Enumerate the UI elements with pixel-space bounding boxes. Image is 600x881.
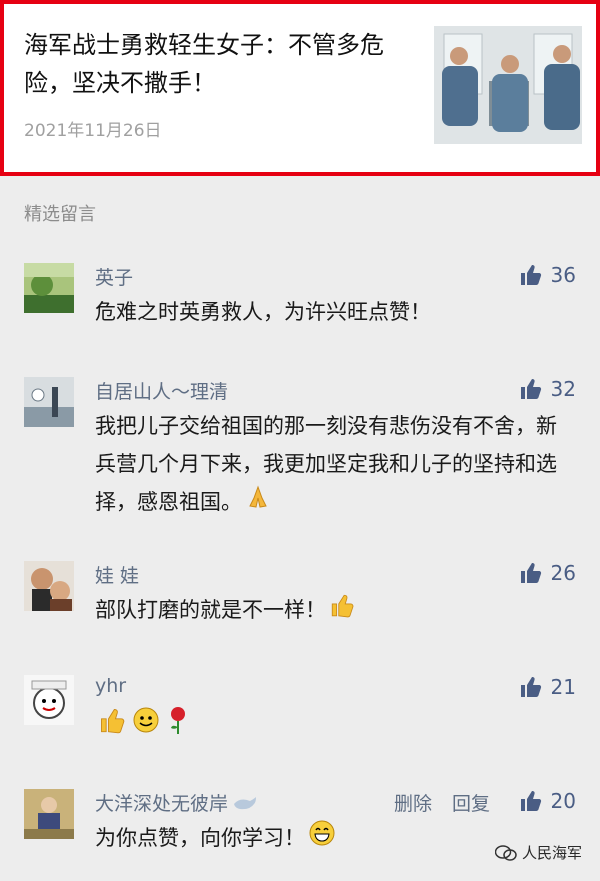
thumbs-up-icon [520, 563, 541, 583]
comment-nickname[interactable]: yhr [95, 675, 126, 697]
like-button[interactable]: 32 [519, 377, 576, 401]
landscape-avatar-icon[interactable] [24, 263, 74, 313]
comment-text: 危难之时英勇救人，为许兴旺点赞！ [95, 300, 431, 324]
comment-text: 我把儿子交给祖国的那一刻没有悲伤没有不舍，新兵营几个月下来，我更加坚定我和儿子的… [95, 414, 557, 514]
comment-nickname[interactable]: 自居山人～理清 [95, 377, 228, 404]
comment-nickname[interactable]: 英子 [95, 263, 133, 290]
account-watermark: 人民海军 [494, 842, 582, 863]
thumbs-up-icon [520, 791, 541, 811]
comment-nickname-text: 大洋深处无彼岸 [95, 793, 229, 815]
delete-button[interactable]: 删除 [394, 789, 432, 816]
like-button[interactable]: 36 [519, 263, 576, 287]
like-count: 20 [550, 789, 576, 813]
wechat-icon [494, 844, 517, 861]
article-card[interactable]: 海军战士勇救轻生女子：不管多危险，坚决不撒手！ 2021年11月26日 [0, 0, 600, 176]
thumbs-up-icon [520, 677, 541, 697]
thumbs-up-emoji [98, 706, 126, 746]
like-button[interactable]: 20 [519, 789, 576, 813]
thumbs-up-icon [520, 379, 541, 399]
article-title[interactable]: 海军战士勇救轻生女子：不管多危险，坚决不撒手！ [24, 26, 409, 102]
reply-button[interactable]: 回复 [452, 789, 490, 816]
thumbs-up-icon [520, 265, 541, 285]
comment-text: 为你点赞，向你学习！ [95, 826, 305, 850]
grin-emoji [308, 819, 336, 859]
thumbs-up-emoji [329, 592, 355, 630]
article-thumbnail[interactable] [434, 26, 582, 144]
comment-text-block: 部队打磨的就是不一样！ [95, 591, 565, 630]
like-count: 32 [550, 377, 576, 401]
comment-text-block [95, 705, 565, 747]
rose-emoji [166, 705, 190, 747]
like-count: 21 [550, 675, 576, 699]
scenery-avatar-icon[interactable] [24, 377, 74, 427]
like-count: 36 [550, 263, 576, 287]
soldiers-photo-icon [434, 26, 582, 144]
comment-text: 部队打磨的就是不一样！ [95, 598, 326, 622]
article-date: 2021年11月26日 [24, 121, 162, 141]
cartoon-avatar-icon[interactable] [24, 675, 74, 725]
comment-actions: 删除 回复 [394, 789, 490, 816]
featured-comments-label: 精选留言 [24, 204, 96, 225]
like-count: 26 [550, 561, 576, 585]
comment-text-block: 我把儿子交给祖国的那一刻没有悲伤没有不舍，新兵营几个月下来，我更加坚定我和儿子的… [95, 407, 565, 522]
portrait-avatar-icon[interactable] [24, 789, 74, 839]
comment-nickname[interactable]: 大洋深处无彼岸 [95, 789, 258, 816]
watermark-text: 人民海军 [521, 844, 582, 862]
smile-emoji [132, 706, 160, 746]
comment-nickname[interactable]: 娃 娃 [95, 561, 139, 588]
photo-avatar-icon[interactable] [24, 561, 74, 611]
like-button[interactable]: 21 [519, 675, 576, 699]
pray-emoji [245, 484, 271, 522]
like-button[interactable]: 26 [519, 561, 576, 585]
whale-icon [232, 794, 258, 816]
